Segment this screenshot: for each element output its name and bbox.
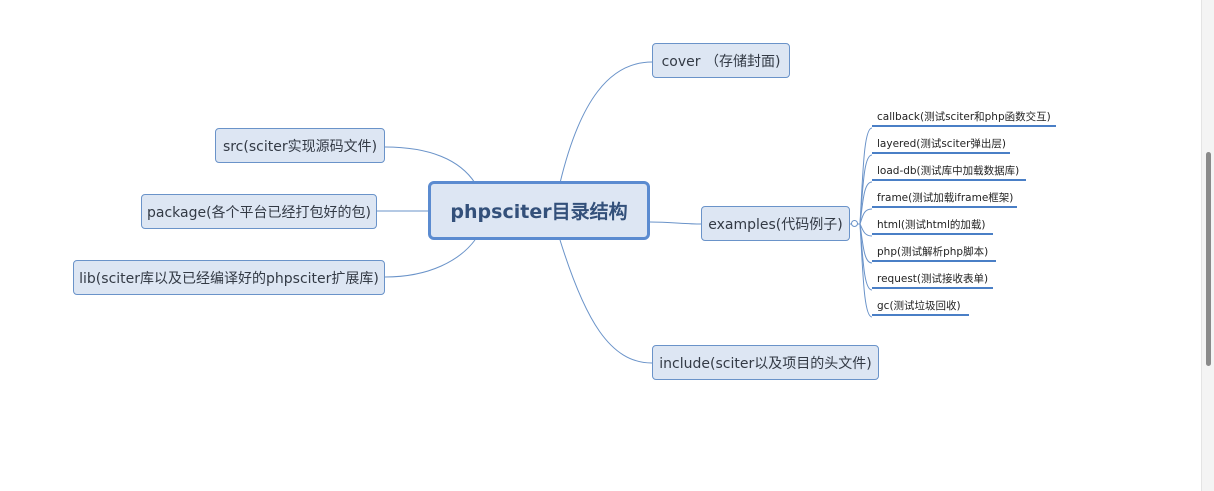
node-cover[interactable]: cover （存储封面) — [652, 43, 790, 78]
leaf-load-db[interactable]: load-db(测试库中加载数据库) — [872, 164, 1026, 181]
connector-root-lib — [384, 239, 476, 278]
connector-root-examples — [649, 221, 702, 225]
leaf-frame[interactable]: frame(测试加载iframe框架) — [872, 191, 1017, 208]
mindmap-canvas: phpsciter目录结构 src(sciter实现源码文件) package(… — [0, 0, 1214, 491]
connector-layer — [377, 61, 873, 364]
node-examples[interactable]: examples(代码例子) — [701, 206, 850, 241]
vertical-scrollbar-thumb[interactable] — [1206, 152, 1211, 366]
leaf-callback[interactable]: callback(测试sciter和php函数交互) — [872, 110, 1056, 127]
leaf-gc[interactable]: gc(测试垃圾回收) — [872, 299, 969, 316]
root-node[interactable]: phpsciter目录结构 — [428, 181, 650, 240]
connector-root-include — [559, 239, 653, 364]
node-lib[interactable]: lib(sciter库以及已经编译好的phpsciter扩展库) — [73, 260, 385, 295]
leaf-php[interactable]: php(测试解析php脚本) — [872, 245, 996, 262]
connector-root-src — [384, 146, 476, 184]
node-src[interactable]: src(sciter实现源码文件) — [215, 128, 385, 163]
node-package[interactable]: package(各个平台已经打包好的包) — [141, 194, 377, 229]
connector-root-cover — [559, 61, 653, 184]
leaf-request[interactable]: request(测试接收表单) — [872, 272, 993, 289]
examples-collapse-handle[interactable] — [851, 220, 858, 227]
node-include[interactable]: include(sciter以及项目的头文件) — [652, 345, 879, 380]
leaf-layered[interactable]: layered(测试sciter弹出层) — [872, 137, 1010, 154]
leaf-html[interactable]: html(测试html的加载) — [872, 218, 993, 235]
